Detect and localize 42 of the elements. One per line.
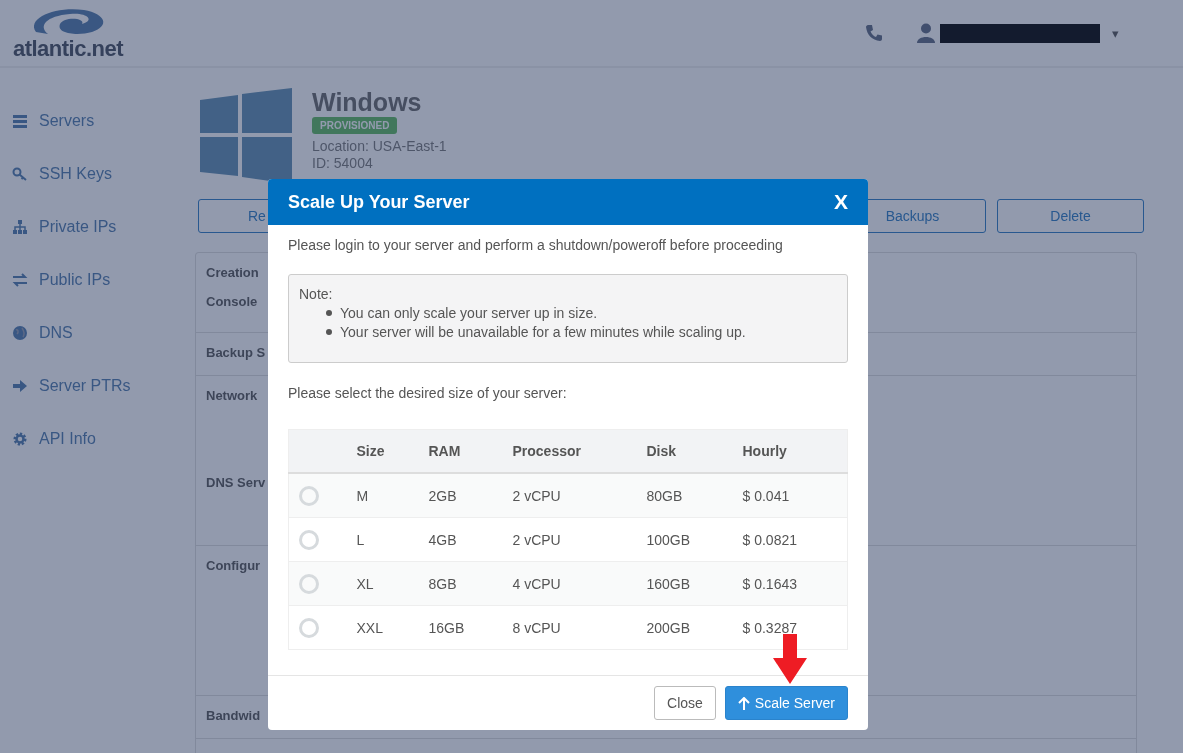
server-location: Location: USA-East-1 (312, 138, 447, 155)
status-badge: PROVISIONED (312, 117, 398, 134)
detail-label: Creation (206, 265, 259, 280)
detail-label: Bandwid (206, 708, 261, 723)
server-name: Windows (312, 88, 422, 116)
prompt-text: Please select the desired size of your server: (288, 385, 568, 401)
column-header: Size (355, 429, 428, 473)
instruction-text: Please login to your server and perform a shutdown/poweroff before proceeding (288, 237, 784, 253)
table-cell: L (355, 517, 428, 562)
table-cell: 200GB (645, 605, 742, 650)
note-text: You can only scale your server up in size. (340, 305, 598, 321)
logo-wordmark: atlantic.net (12, 38, 124, 60)
table-cell: 160GB (645, 561, 742, 606)
detail-label: Network (206, 388, 258, 403)
table-cell: $ 0.0821 (741, 517, 848, 562)
table-cell: 2 vCPU (511, 517, 646, 562)
table-cell: 100GB (645, 517, 742, 562)
table-cell: 8 vCPU (511, 605, 646, 650)
table-cell: 4 vCPU (511, 561, 646, 606)
column-header: Disk (645, 429, 742, 473)
column-header: RAM (427, 429, 512, 473)
table-cell: XL (355, 561, 428, 606)
detail-label: Configur (206, 558, 261, 573)
table-cell: 16GB (427, 605, 512, 650)
table-cell: 80GB (645, 473, 742, 518)
dialog-title: Scale Up Your Server (288, 191, 470, 213)
detail-label: DNS Serv (206, 475, 266, 490)
table-cell: $ 0.1643 (741, 561, 848, 606)
note-label: Note: (299, 286, 334, 302)
table-cell: 2 vCPU (511, 473, 646, 518)
column-header: Hourly (741, 429, 848, 473)
table-cell: XXL (355, 605, 428, 650)
note-text: Your server will be unavailable for a few minutes while scaling up. (340, 324, 746, 340)
table-cell: 2GB (427, 473, 512, 518)
server-id: ID: 54004 (312, 155, 373, 172)
detail-label: Backup S (206, 345, 266, 360)
column-header: Processor (511, 429, 646, 473)
table-cell: 4GB (427, 517, 512, 562)
table-cell: 8GB (427, 561, 512, 606)
table-cell: M (355, 473, 428, 518)
detail-label: Console (206, 294, 258, 309)
table-cell: $ 0.041 (741, 473, 848, 518)
